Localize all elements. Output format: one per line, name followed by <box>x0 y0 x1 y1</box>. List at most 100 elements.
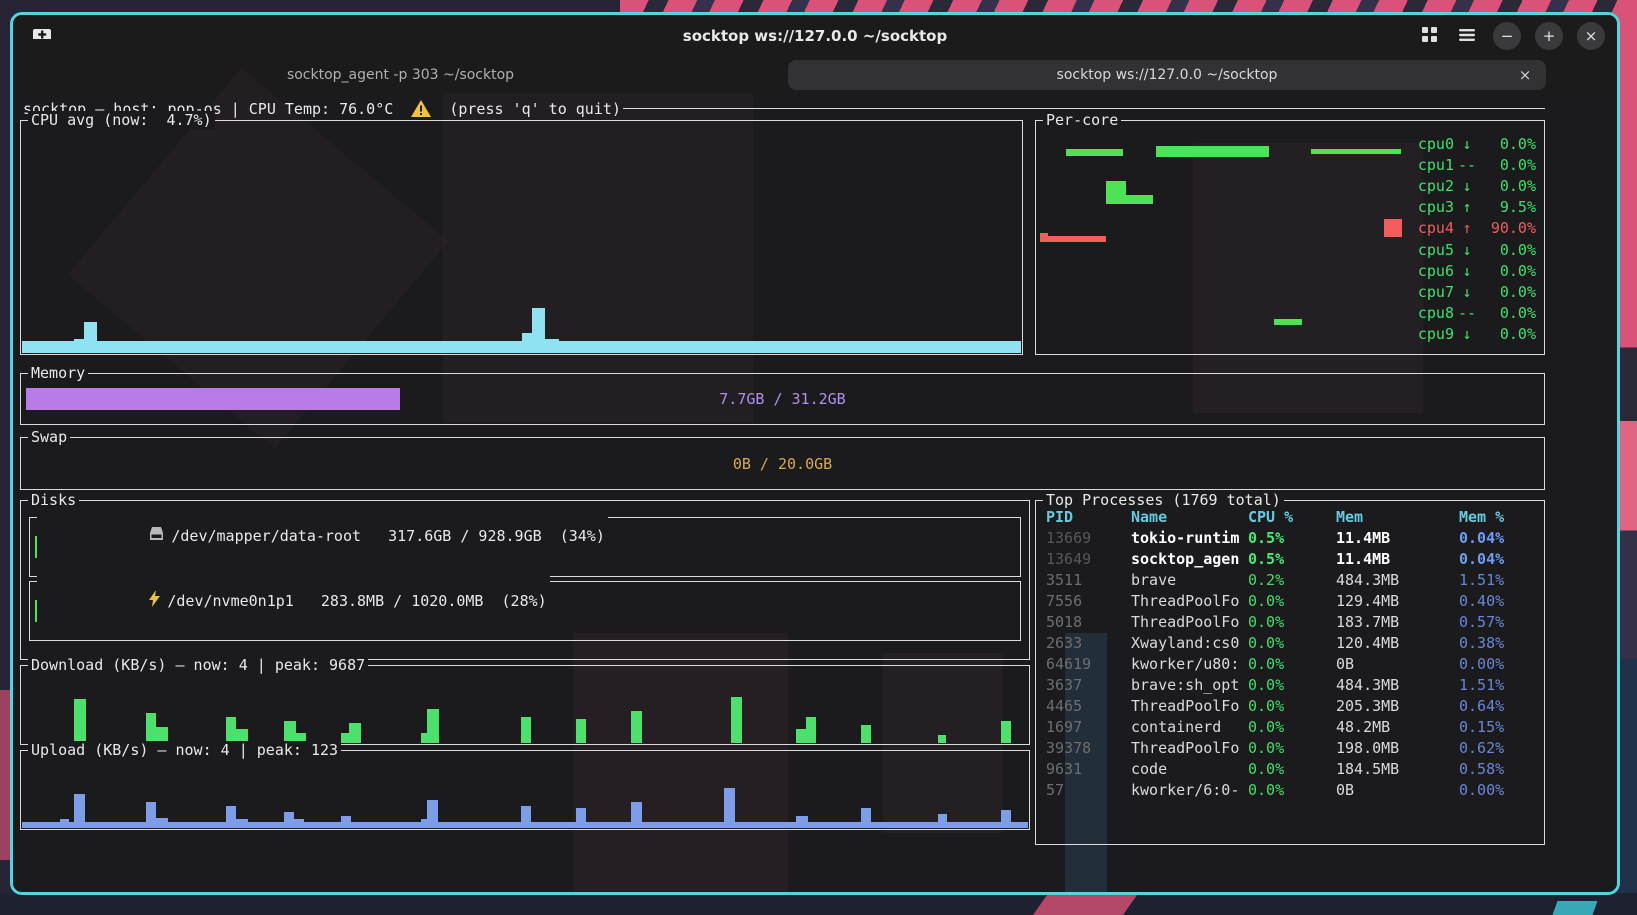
wallpaper-left-shape <box>0 690 10 860</box>
process-pid: 3511 <box>1046 571 1082 589</box>
terminal-content[interactable]: socktop — host: pop-os | CPU Temp: 76.0°… <box>13 93 1617 892</box>
close-button[interactable]: × <box>1577 22 1605 50</box>
tab-socktop-agent[interactable]: socktop_agent -p 303 ~/socktop <box>13 67 788 83</box>
process-pid: 39378 <box>1046 739 1091 757</box>
ul-spark-bar <box>156 818 168 828</box>
new-tab-button[interactable] <box>27 22 57 50</box>
core-load-value: 0.0% <box>1480 283 1536 301</box>
ul-spark-bar <box>236 819 248 828</box>
tab-socktop-active[interactable]: socktop ws://127.0.0 ~/socktop × <box>788 60 1546 90</box>
process-row[interactable]: 1697containerd0.0%48.2MB0.15% <box>1036 718 1544 739</box>
process-row[interactable]: 2633Xwayland:cs00.0%120.4MB0.38% <box>1036 634 1544 655</box>
per-core-row-cpu2: cpu2↓0.0% <box>1406 175 1536 196</box>
process-pid: 9631 <box>1046 760 1082 778</box>
process-cpu: 0.0% <box>1248 697 1284 715</box>
minimize-button[interactable]: − <box>1493 22 1521 50</box>
per-core-row-cpu5: cpu5↓0.0% <box>1406 239 1536 260</box>
process-row[interactable]: 7556ThreadPoolFo0.0%129.4MB0.40% <box>1036 592 1544 613</box>
per-core-history-segment <box>1066 149 1123 156</box>
core-load-value: 90.0% <box>1480 219 1536 237</box>
dl-spark-bar <box>796 729 806 743</box>
process-memp: 0.00% <box>1459 781 1504 799</box>
process-mem: 120.4MB <box>1336 634 1399 652</box>
process-row[interactable]: 13669tokio-runtim0.5%11.4MB0.04% <box>1036 529 1544 550</box>
process-mem: 129.4MB <box>1336 592 1399 610</box>
column-pid: PID <box>1046 508 1073 526</box>
quit-hint: (press 'q' to quit) <box>440 100 621 118</box>
dl-spark-bar <box>631 711 642 743</box>
process-pid: 13669 <box>1046 529 1091 547</box>
process-row[interactable]: 3637brave:sh_opt0.0%484.3MB1.51% <box>1036 676 1544 697</box>
process-row[interactable]: 57kworker/6:0-0.0%0B0.00% <box>1036 781 1544 802</box>
core-label: cpu4 <box>1406 219 1454 237</box>
process-memp: 0.15% <box>1459 718 1504 736</box>
process-mem: 11.4MB <box>1336 550 1390 568</box>
process-memp: 0.58% <box>1459 760 1504 778</box>
process-mem: 484.3MB <box>1336 676 1399 694</box>
per-core-row-cpu9: cpu9↓0.0% <box>1406 324 1536 345</box>
download-sparkline <box>22 666 1028 744</box>
cpu-spark-bar <box>522 333 532 353</box>
cpu-spark-bar <box>862 347 874 353</box>
tab-close-icon[interactable]: × <box>1514 64 1536 86</box>
column-memp: Mem % <box>1459 508 1504 526</box>
core-label: cpu5 <box>1406 241 1454 259</box>
per-core-row-cpu6: cpu6↓0.0% <box>1406 260 1536 281</box>
cpu-spark-bar <box>412 348 426 353</box>
column-mem: Mem <box>1336 508 1363 526</box>
process-row[interactable]: 39378ThreadPoolFo0.0%198.0MB0.62% <box>1036 739 1544 760</box>
window-title: socktop ws://127.0.0 ~/socktop <box>13 27 1617 45</box>
per-core-row-cpu3: cpu3↑9.5% <box>1406 197 1536 218</box>
dl-spark-bar <box>1001 721 1011 743</box>
process-mem: 205.3MB <box>1336 697 1399 715</box>
wallpaper-bottom-edge <box>0 893 1637 915</box>
tab-bar: socktop_agent -p 303 ~/socktop socktop w… <box>13 57 1617 93</box>
per-core-panel: Per-core cpu0↓0.0%cpu1--0.0%cpu2↓0.0%cpu… <box>1035 120 1545 355</box>
process-cpu: 0.5% <box>1248 550 1284 568</box>
dl-spark-bar <box>806 717 816 743</box>
process-name: kworker/u80: <box>1131 655 1239 673</box>
core-label: cpu9 <box>1406 325 1454 343</box>
top-processes-title: Top Processes (1769 total) <box>1043 491 1284 509</box>
process-name: socktop_agen <box>1131 550 1239 568</box>
process-row[interactable]: 64619kworker/u80:0.0%0B0.00% <box>1036 655 1544 676</box>
maximize-button[interactable]: + <box>1535 22 1563 50</box>
core-label: cpu8 <box>1406 304 1454 322</box>
process-row[interactable]: 5018ThreadPoolFo0.0%183.7MB0.57% <box>1036 613 1544 634</box>
ul-spark-bar <box>576 808 586 828</box>
process-mem: 0B <box>1336 655 1354 673</box>
process-cpu: 0.0% <box>1248 760 1284 778</box>
titlebar[interactable]: socktop ws://127.0.0 ~/socktop <box>13 15 1617 57</box>
cpu-spark-bar <box>545 339 559 353</box>
upload-sparkline <box>22 751 1028 829</box>
disks-title: Disks <box>28 491 79 509</box>
disk-nvme-title: /dev/nvme0n1p1 283.8MB / 1020.0MB (28%) <box>37 572 550 629</box>
tab-overview-button[interactable] <box>1417 24 1441 48</box>
process-name: ThreadPoolFo <box>1131 613 1239 631</box>
core-label: cpu1 <box>1406 156 1454 174</box>
upload-panel: Upload (KB/s) — now: 4 | peak: 123 <box>20 750 1030 830</box>
per-core-history-segment <box>1274 319 1302 325</box>
process-mem: 11.4MB <box>1336 529 1390 547</box>
hamburger-icon <box>1459 27 1475 46</box>
process-name: code <box>1131 760 1167 778</box>
wallpaper-pink-shape <box>1033 895 1137 915</box>
app-header: socktop — host: pop-os | CPU Temp: 76.0°… <box>23 99 1545 118</box>
process-row[interactable]: 9631code0.0%184.5MB0.58% <box>1036 760 1544 781</box>
core-load-value: 0.0% <box>1480 156 1536 174</box>
download-title: Download (KB/s) — now: 4 | peak: 9687 <box>28 656 368 674</box>
trend-arrow-icon: ↓ <box>1454 135 1480 153</box>
disk-nvme-label: /dev/nvme0n1p1 283.8MB / 1020.0MB (28%) <box>167 592 546 610</box>
process-row[interactable]: 3511brave0.2%484.3MB1.51% <box>1036 571 1544 592</box>
ul-spark-bar <box>284 812 294 828</box>
dl-spark-bar <box>74 699 86 743</box>
process-row[interactable]: 4465ThreadPoolFo0.0%205.3MB0.64% <box>1036 697 1544 718</box>
process-row[interactable]: 13649socktop_agen0.5%11.4MB0.04% <box>1036 550 1544 571</box>
new-tab-icon <box>32 25 52 47</box>
menu-button[interactable] <box>1455 24 1479 48</box>
process-pid: 57 <box>1046 781 1064 799</box>
cpu-spark-bar <box>84 322 97 353</box>
trend-arrow-icon: ↓ <box>1454 262 1480 280</box>
process-memp: 0.04% <box>1459 550 1504 568</box>
dl-spark-bar <box>731 697 742 743</box>
